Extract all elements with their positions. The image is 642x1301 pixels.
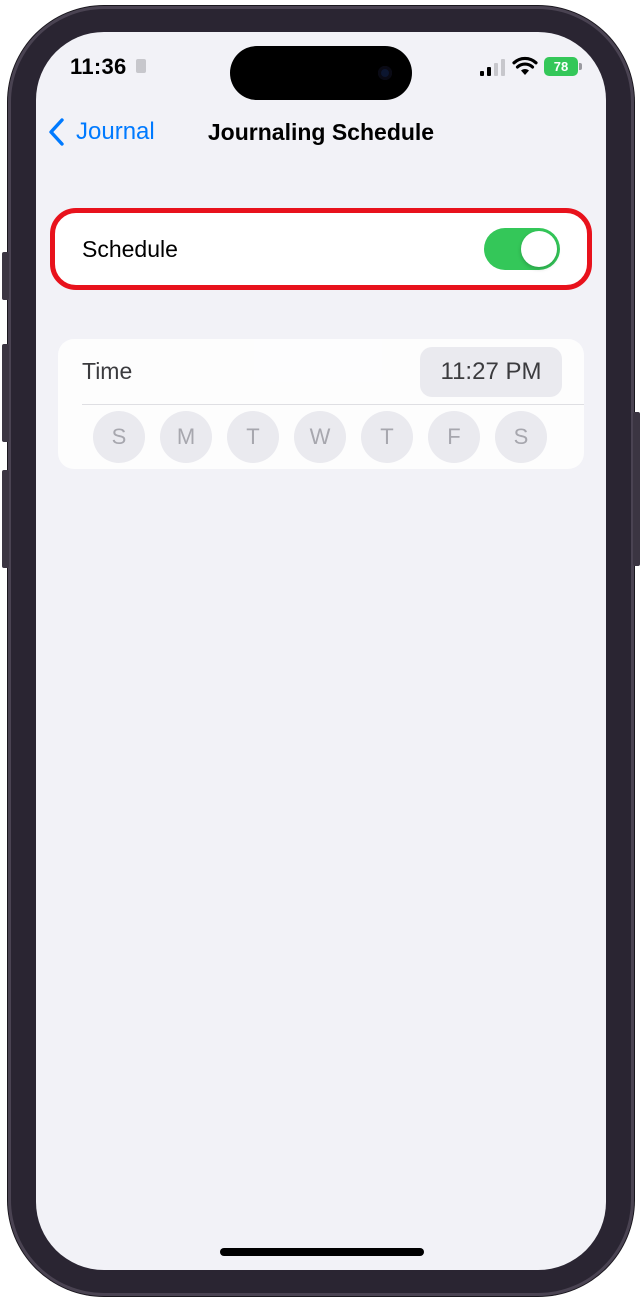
back-label: Journal	[76, 118, 155, 145]
screen: 11:36 78 Journaling Schedule Journal Sch…	[36, 32, 606, 1270]
time-settings-card: Time 11:27 PM S M T W T F S	[58, 339, 584, 469]
toggle-knob	[521, 231, 557, 267]
day-sunday[interactable]: S	[93, 411, 145, 463]
orientation-lock-icon	[136, 59, 146, 73]
time-label: Time	[82, 358, 133, 384]
wifi-icon	[512, 56, 538, 75]
schedule-row: Schedule	[58, 216, 584, 282]
volume-down-button	[2, 470, 9, 568]
status-bar: 11:36 78	[36, 32, 606, 102]
dynamic-island	[230, 46, 412, 100]
battery-tip	[579, 63, 582, 70]
days-row: S M T W T F S	[58, 411, 584, 463]
home-indicator[interactable]	[220, 1248, 424, 1256]
day-tuesday[interactable]: T	[227, 411, 279, 463]
day-friday[interactable]: F	[428, 411, 480, 463]
day-wednesday[interactable]: W	[294, 411, 346, 463]
schedule-toggle[interactable]	[484, 228, 560, 270]
divider	[82, 404, 584, 405]
cellular-signal-icon	[480, 59, 506, 76]
day-thursday[interactable]: T	[361, 411, 413, 463]
day-saturday[interactable]: S	[495, 411, 547, 463]
back-button[interactable]: Journal	[46, 110, 155, 154]
chevron-left-icon	[49, 118, 64, 146]
navigation-bar: Journaling Schedule Journal	[36, 110, 606, 154]
time-picker-button[interactable]: 11:27 PM	[420, 346, 562, 397]
status-time: 11:36	[70, 54, 127, 79]
battery-icon: 78	[544, 57, 578, 76]
action-button	[2, 252, 9, 300]
volume-up-button	[2, 344, 9, 442]
battery-level: 78	[553, 59, 569, 74]
day-monday[interactable]: M	[160, 411, 212, 463]
power-button	[633, 412, 640, 566]
time-row: Time 11:27 PM	[58, 339, 584, 404]
schedule-label: Schedule	[82, 235, 178, 262]
camera-icon	[378, 66, 392, 80]
